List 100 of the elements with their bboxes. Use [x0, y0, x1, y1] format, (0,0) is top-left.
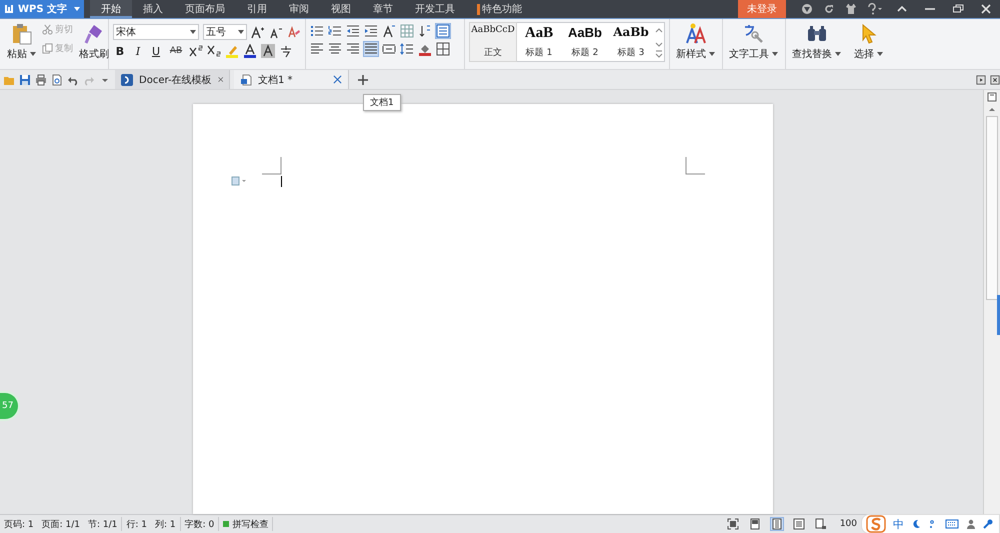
strike-button[interactable]: AB — [167, 44, 185, 58]
brush-icon — [84, 23, 104, 45]
document-tab[interactable]: Docer-在线模板 — [115, 70, 230, 89]
style-item[interactable]: AaBb 标题 3 — [608, 23, 654, 61]
align-button[interactable] — [310, 42, 324, 56]
menu-tab[interactable]: 章节 — [362, 0, 404, 18]
style-item[interactable]: AaBb 标题 2 — [562, 23, 608, 61]
format-painter-button[interactable]: 格式刷 — [76, 21, 112, 63]
italic-button[interactable]: I — [131, 44, 145, 58]
scroll-thumb[interactable] — [986, 116, 998, 300]
skin-icon[interactable] — [801, 3, 813, 15]
caret-icon — [877, 52, 883, 56]
tab-tooltip: 文档1 — [363, 94, 401, 111]
menu-tab[interactable]: 引用 — [236, 0, 278, 18]
status-text: 列: 1 — [155, 518, 176, 530]
underline-button[interactable]: U — [149, 44, 163, 58]
close-icon[interactable] — [980, 3, 992, 15]
view-mode-button[interactable] — [770, 518, 783, 530]
align-button[interactable] — [382, 42, 396, 56]
menu-tab[interactable]: 特色功能 — [466, 0, 533, 18]
text-direction-icon[interactable] — [382, 24, 396, 38]
align-button[interactable] — [328, 42, 342, 56]
restore-icon[interactable] — [952, 3, 964, 15]
status-text: 节: 1/1 — [88, 518, 118, 530]
input-method-logo-icon[interactable] — [866, 515, 886, 533]
app-menu-button[interactable]: WPS 文字 — [0, 0, 84, 18]
spell-check-toggle[interactable]: 拼写检查 — [223, 518, 268, 530]
zoom-level[interactable]: 100 — [840, 519, 857, 529]
user-icon[interactable] — [966, 519, 976, 529]
border-icon[interactable] — [436, 42, 450, 56]
superscript-icon[interactable] — [189, 44, 203, 58]
help-icon[interactable] — [867, 3, 883, 15]
ime-mode[interactable]: 中 — [893, 516, 904, 532]
panel-close-icon[interactable] — [990, 74, 1000, 84]
style-preview: AaB — [524, 25, 554, 42]
style-preview: AaBbCcD — [471, 25, 515, 35]
menu-tab[interactable]: 开发工具 — [404, 0, 466, 18]
status-text: 字数: 0 — [184, 518, 214, 530]
print-icon[interactable] — [35, 74, 47, 86]
save-icon[interactable] — [19, 74, 31, 86]
paste-button[interactable]: 粘贴 — [4, 21, 39, 63]
font-color-icon[interactable] — [243, 44, 257, 58]
keyboard-icon[interactable] — [945, 519, 959, 529]
decrease-indent-icon[interactable] — [346, 24, 360, 38]
bold-button[interactable]: B — [113, 44, 127, 58]
logo-icon — [4, 4, 14, 14]
clear-format-icon[interactable] — [287, 25, 301, 39]
numbered-list-icon[interactable] — [328, 24, 342, 38]
phonetic-guide-icon[interactable] — [279, 44, 293, 58]
find-button[interactable]: 查找替换 — [785, 19, 848, 69]
menu-tab[interactable]: 页面布局 — [174, 0, 236, 18]
new-style-button[interactable]: 新样式 — [670, 19, 722, 69]
caret-icon — [30, 52, 36, 56]
align-button[interactable] — [364, 42, 378, 56]
view-mode-button[interactable] — [792, 518, 805, 530]
line-spacing-icon[interactable] — [400, 42, 414, 56]
fill-bucket-icon[interactable] — [418, 42, 432, 56]
document-icon — [240, 74, 252, 86]
style-item[interactable]: AaB 标题 1 — [516, 23, 562, 61]
new-tab-icon[interactable] — [357, 74, 369, 86]
text-cursor — [280, 176, 282, 187]
character-shading-icon[interactable] — [261, 44, 275, 58]
fullscreen-icon[interactable] — [726, 518, 739, 530]
print-preview-icon[interactable] — [51, 74, 63, 86]
font-family-dropdown[interactable]: 宋体 — [113, 24, 199, 40]
menu-tab[interactable]: 开始 — [90, 0, 132, 18]
wrench-icon[interactable] — [983, 519, 993, 529]
vertical-scrollbar[interactable] — [983, 90, 1000, 514]
status-text: 页码: 1 — [4, 518, 34, 530]
subscript-icon[interactable] — [207, 44, 221, 58]
document-tab[interactable]: 文档1 * — [234, 70, 349, 89]
shirt-icon[interactable] — [845, 3, 857, 15]
moon-icon[interactable] — [911, 519, 921, 529]
menu-tab[interactable]: 审阅 — [278, 0, 320, 18]
margin-corner-icon — [684, 157, 704, 175]
bullet-list-icon[interactable] — [310, 24, 324, 38]
menu-tab[interactable]: 视图 — [320, 0, 362, 18]
style-item[interactable]: AaBbCcD 正文 — [470, 23, 516, 61]
refresh-icon[interactable] — [823, 3, 835, 15]
font-size-dropdown[interactable]: 五号 — [202, 24, 247, 40]
copy-icon — [42, 43, 53, 54]
show-marks-icon[interactable] — [436, 24, 450, 38]
view-mode-button[interactable] — [814, 518, 827, 530]
select-button[interactable]: 选择 — [848, 19, 890, 69]
clipboard-icon — [12, 23, 32, 45]
close-tab-icon[interactable] — [333, 75, 342, 84]
panel-icon[interactable] — [976, 74, 986, 84]
ruler-toggle-icon[interactable] — [987, 92, 997, 102]
margin-corner-icon — [262, 157, 282, 175]
increase-indent-icon[interactable] — [364, 24, 378, 38]
menu-tab[interactable]: 插入 — [132, 0, 174, 18]
style-label: 标题 3 — [618, 46, 644, 59]
view-mode-button[interactable] — [748, 518, 761, 530]
close-tab-icon[interactable] — [218, 75, 223, 84]
style-label: 标题 1 — [526, 46, 552, 59]
caret-icon — [835, 52, 841, 56]
align-button[interactable] — [346, 42, 360, 56]
sort-icon[interactable] — [418, 24, 432, 38]
grow-font-icon[interactable] — [251, 25, 265, 39]
text-tools-button[interactable]: 文字工具 — [722, 19, 785, 69]
